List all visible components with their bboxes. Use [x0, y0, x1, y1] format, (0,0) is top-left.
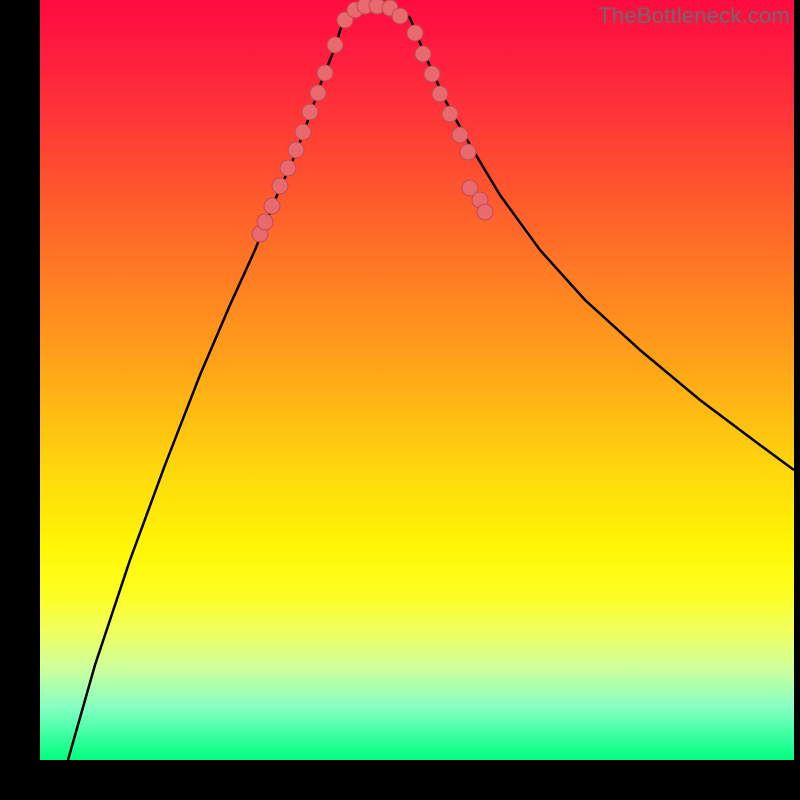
- marker-dot: [477, 204, 493, 220]
- marker-dot: [302, 104, 318, 120]
- bottleneck-curve: [68, 3, 794, 760]
- marker-dot: [280, 160, 296, 176]
- marker-dot: [295, 124, 311, 140]
- marker-dot: [272, 178, 288, 194]
- marker-dot: [415, 46, 431, 62]
- marker-dot: [432, 86, 448, 102]
- marker-dot: [452, 127, 468, 143]
- marker-dot: [424, 66, 440, 82]
- marker-dot: [264, 198, 280, 214]
- marker-dot: [327, 37, 343, 53]
- marker-dot: [310, 85, 326, 101]
- marker-dot: [317, 65, 333, 81]
- marker-dot: [257, 214, 273, 230]
- marker-dot: [442, 106, 458, 122]
- watermark-text: TheBottleneck.com: [598, 3, 790, 29]
- marker-dot: [288, 142, 304, 158]
- marker-dot: [460, 144, 476, 160]
- chart-frame: [40, 0, 794, 760]
- marker-dot: [407, 25, 423, 41]
- curve-layer: [40, 0, 794, 760]
- marker-dot: [392, 8, 408, 24]
